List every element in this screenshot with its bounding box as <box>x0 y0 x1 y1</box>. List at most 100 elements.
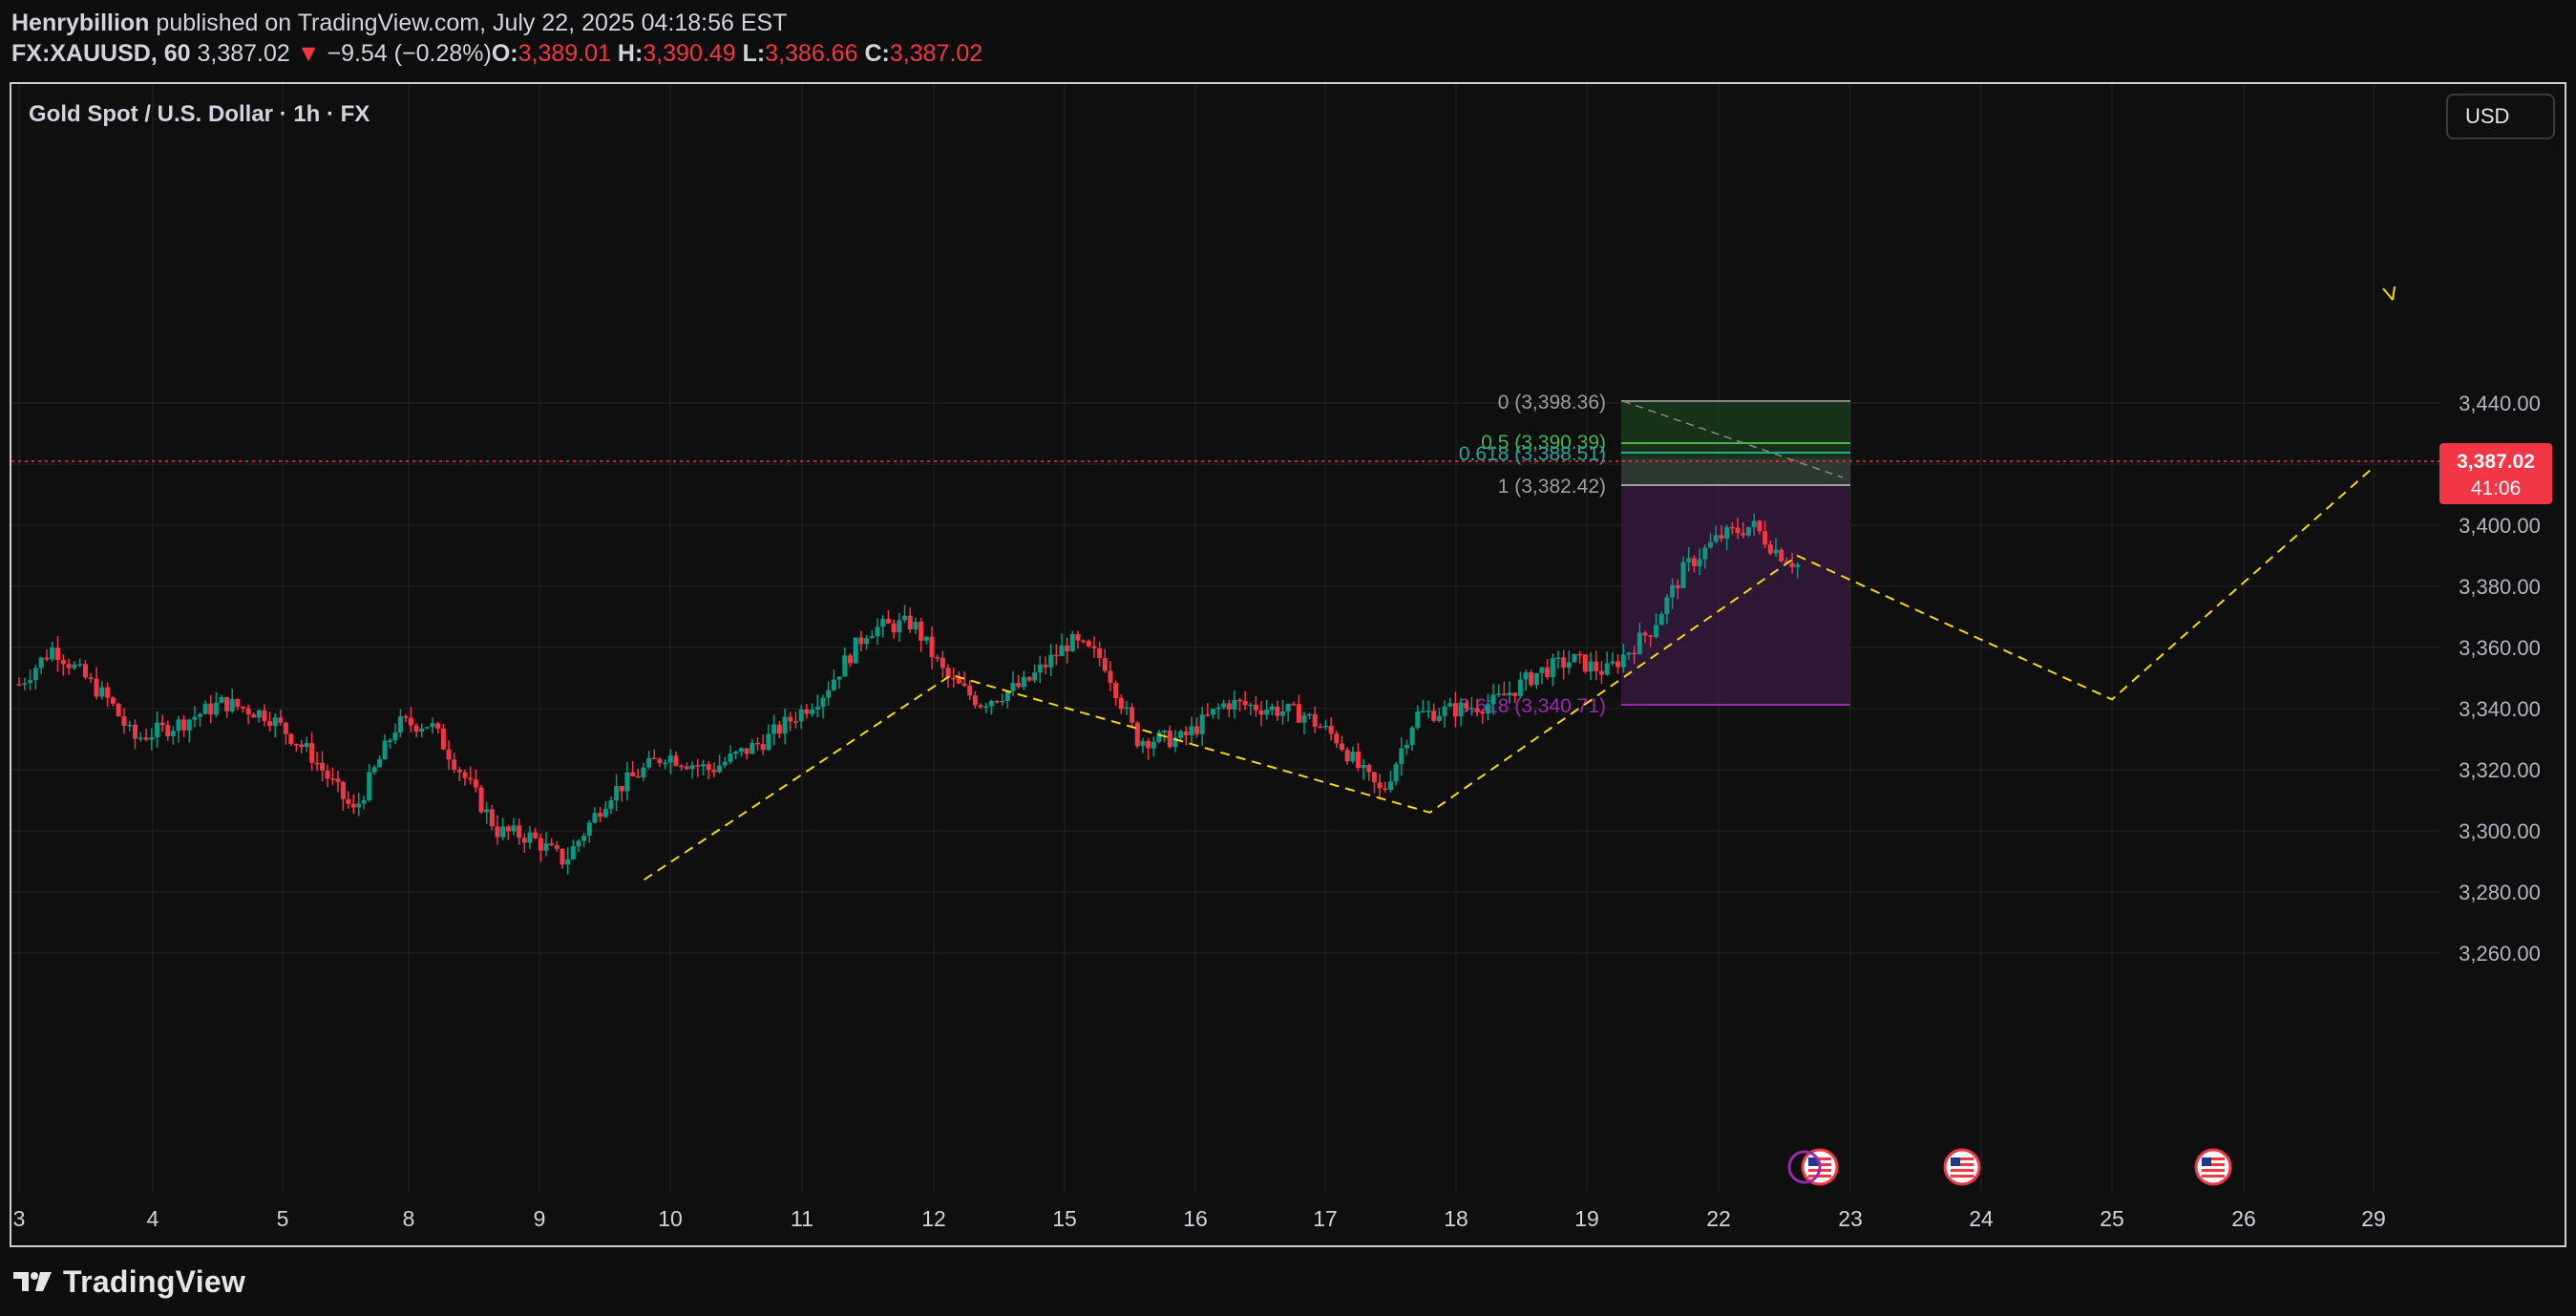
candle-body <box>1442 706 1447 716</box>
candle-body <box>1464 702 1469 709</box>
candle-body <box>1480 711 1486 714</box>
candle-body <box>1162 730 1168 732</box>
candle-body <box>181 719 187 731</box>
candle-body <box>576 840 581 847</box>
economic-events[interactable] <box>1787 1148 2232 1186</box>
candle-body <box>1291 704 1297 706</box>
candle-body <box>684 766 689 770</box>
us-flag-icon[interactable] <box>2194 1148 2232 1186</box>
price-tag: 3,387.02 41:06 <box>2439 443 2552 504</box>
candle-body <box>1653 625 1658 637</box>
candle-body <box>55 647 61 661</box>
candle-body <box>750 742 755 754</box>
candle-body <box>1620 654 1626 668</box>
candle-body <box>864 638 870 645</box>
candle-body <box>202 703 208 714</box>
flag-canton <box>2202 1157 2211 1166</box>
x-tick-label: 18 <box>1444 1206 1468 1231</box>
candle-body <box>935 657 940 659</box>
candle-body <box>858 637 864 645</box>
candle-body <box>1146 740 1151 749</box>
projection-arrow-icon <box>2382 286 2396 301</box>
candle-body <box>1183 731 1189 736</box>
candle-body <box>1194 726 1200 734</box>
candle-body <box>88 677 94 679</box>
candle-body <box>170 731 176 736</box>
candle-body <box>722 761 728 766</box>
candle-body <box>462 772 468 778</box>
candle-body <box>110 697 116 704</box>
candle-body <box>755 742 761 745</box>
candle-body <box>314 762 320 765</box>
candle-body <box>1334 733 1340 744</box>
candle-body <box>1010 683 1016 691</box>
candle-body <box>1124 707 1130 710</box>
candle-body <box>1795 564 1801 567</box>
fib-zone-middle <box>1621 458 1850 485</box>
candle-body <box>1680 562 1686 588</box>
candle-body <box>1258 710 1264 715</box>
candle-body <box>646 757 652 768</box>
candle-body <box>176 719 181 732</box>
candle-body <box>22 683 28 685</box>
candle-body <box>630 772 636 776</box>
candle-body <box>1312 713 1318 727</box>
candle-body <box>1588 661 1594 672</box>
candle-body <box>1550 658 1555 678</box>
candle-body <box>1561 657 1567 668</box>
candle-body <box>1134 722 1140 747</box>
fib-label-3618: 3.618 (3,340.71) <box>1459 695 1606 717</box>
candle-body <box>1069 633 1075 652</box>
candle-body <box>82 664 88 678</box>
candle-body <box>929 636 935 658</box>
candle-body <box>1610 661 1615 664</box>
candle-body <box>1140 740 1146 747</box>
candle-body <box>1383 788 1388 790</box>
candle-body <box>1387 781 1393 790</box>
candle-body <box>891 623 897 633</box>
candle-body <box>452 759 457 770</box>
candle-body <box>1702 547 1708 560</box>
candle-body <box>38 657 44 669</box>
candle-body <box>907 615 913 630</box>
projection-path[interactable] <box>644 466 2375 881</box>
candle-body <box>1108 670 1113 684</box>
candle-body <box>1113 683 1119 699</box>
candle-body <box>771 724 777 734</box>
candle-body <box>1517 679 1523 696</box>
candle-body <box>1102 658 1108 671</box>
candle-body <box>586 822 592 836</box>
candle-body <box>543 843 549 851</box>
candle-body <box>50 647 55 660</box>
candle-body <box>1226 703 1232 710</box>
fib-zone-lower <box>1621 485 1850 705</box>
candle-body <box>198 713 203 717</box>
event-badge <box>2194 1148 2232 1186</box>
candle-body <box>1296 704 1301 723</box>
candle-body <box>885 619 891 624</box>
candle-body <box>251 714 257 718</box>
currency-button[interactable]: USD <box>2446 94 2555 139</box>
candle-body <box>388 740 393 742</box>
candle-body <box>1626 652 1632 655</box>
x-tick-label: 5 <box>277 1206 289 1231</box>
us-flag-icon[interactable] <box>1943 1148 1981 1186</box>
candle-body <box>446 749 452 760</box>
candle-body <box>403 716 409 718</box>
candle-body <box>1318 726 1323 729</box>
candle-body <box>1697 559 1702 566</box>
candle-body <box>192 716 198 720</box>
candle-body <box>1582 654 1588 672</box>
candle-body <box>967 685 973 696</box>
candle-body <box>1178 731 1184 738</box>
candle-body <box>456 769 462 773</box>
candle-body <box>72 664 77 669</box>
candle-body <box>880 619 886 627</box>
candle-body <box>1713 535 1719 542</box>
price-chart[interactable]: 3,440.003,420.003,400.003,380.003,360.00… <box>0 0 2576 1261</box>
candle-body <box>1436 715 1442 721</box>
candle-body <box>663 762 668 765</box>
candle-body <box>1053 654 1059 657</box>
x-tick-label: 16 <box>1183 1206 1208 1231</box>
candle-body <box>1420 711 1425 713</box>
